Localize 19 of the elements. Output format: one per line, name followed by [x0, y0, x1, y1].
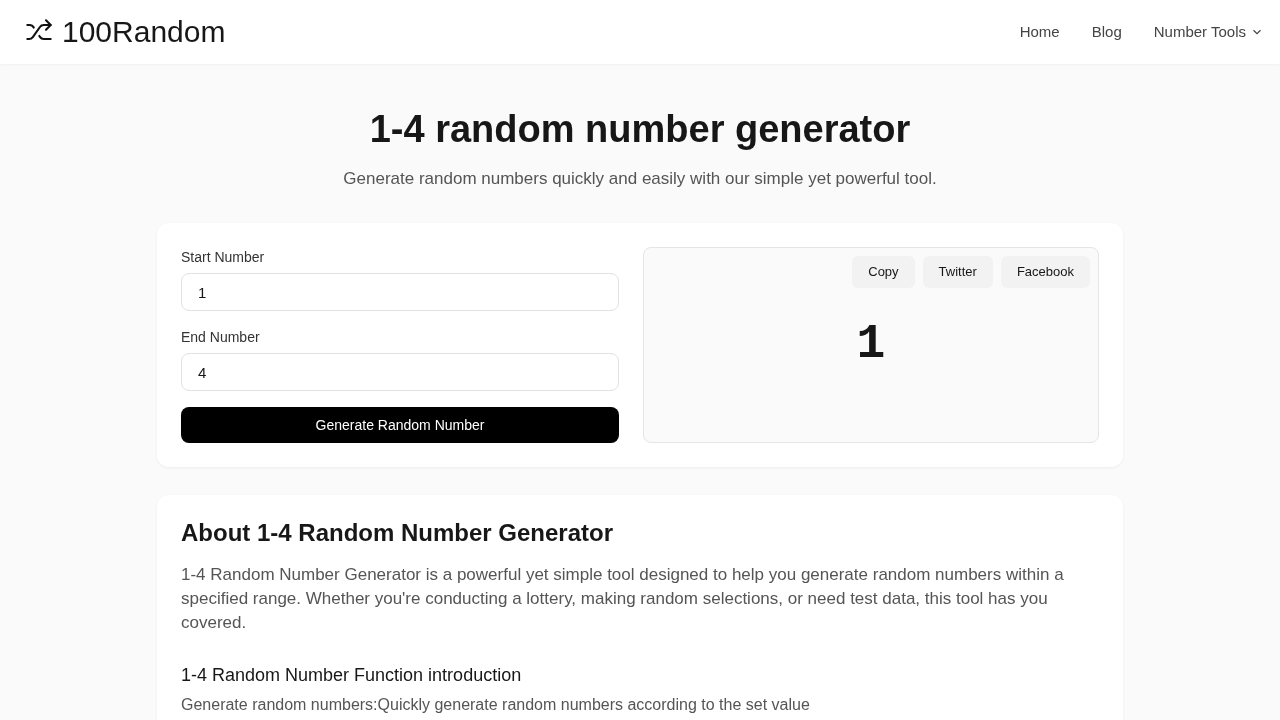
about-paragraph: 1-4 Random Number Generator is a powerful yet simple tool designed to help you generate random numbers within a specified range. Whether you're conducting a lottery, making random selections, or need test data, this tool has you covered.	[181, 564, 1065, 634]
generate-button[interactable]: Generate Random Number	[181, 407, 619, 443]
field-label: Start Number	[181, 248, 266, 267]
section-subtitle: 1-4 Random Number Function introduction	[181, 664, 523, 687]
field-label: End Number	[181, 328, 261, 347]
about-title: About 1-4 Random Number Generator	[181, 519, 615, 547]
nav-link[interactable]: Blog	[1091, 20, 1122, 44]
number-input[interactable]: 4	[181, 353, 619, 391]
page-subtitle: Generate random numbers quickly and easily with our simple yet powerful tool.	[342, 167, 938, 190]
share-button[interactable]: Twitter	[922, 256, 993, 288]
nav-link[interactable]: Home	[1019, 20, 1060, 44]
logo-text[interactable]: 100Random	[62, 17, 226, 47]
number-input[interactable]: 1	[181, 273, 619, 311]
share-button[interactable]: Copy	[852, 256, 915, 288]
page-title: 1-4 random number generator	[368, 107, 912, 152]
intro-line: Generate random numbers:Quickly generate random numbers according to the set value	[181, 695, 811, 715]
random-result: 1	[856, 316, 886, 373]
nav-dropdown[interactable]: Number Tools	[1153, 20, 1264, 44]
share-button[interactable]: Facebook	[1000, 256, 1090, 288]
